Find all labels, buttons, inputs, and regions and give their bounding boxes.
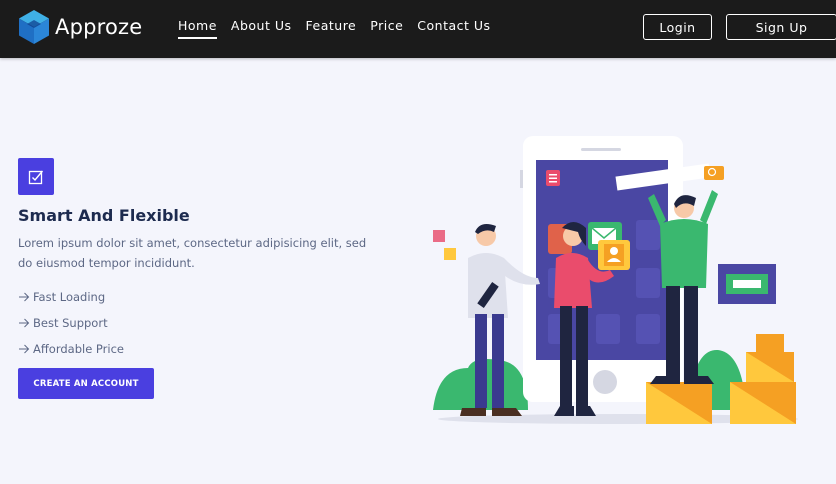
brand-logo[interactable]: Approze — [18, 9, 142, 45]
arrow-right-icon — [19, 344, 30, 354]
arrow-right-icon — [19, 292, 30, 302]
brand-name: Approze — [55, 15, 143, 39]
arrow-right-icon — [19, 318, 30, 328]
check-square-icon — [18, 158, 54, 195]
feature-point-label: Best Support — [33, 316, 108, 330]
nav-link-feature[interactable]: Feature — [306, 18, 357, 34]
create-account-button[interactable]: CREATE AN ACCOUNT — [18, 368, 154, 399]
hero-description: Lorem ipsum dolor sit amet, consectetur … — [18, 236, 367, 270]
hero-illustration — [433, 136, 798, 424]
feature-point: Best Support — [18, 310, 124, 336]
feature-point-label: Fast Loading — [33, 290, 106, 304]
nav-link-contact-us[interactable]: Contact Us — [417, 18, 490, 34]
nav-link-about-us[interactable]: About Us — [231, 18, 292, 34]
hero-title: Smart And Flexible — [18, 206, 190, 225]
sign-up-button[interactable]: Sign Up — [726, 14, 836, 40]
nav-link-price[interactable]: Price — [370, 18, 403, 34]
login-button[interactable]: Login — [643, 14, 712, 40]
feature-point: Affordable Price — [18, 336, 124, 362]
main-nav: Home About Us Feature Price Contact Us — [178, 18, 505, 39]
navbar: Approze Home About Us Feature Price Cont… — [0, 0, 836, 58]
feature-point-label: Affordable Price — [33, 342, 124, 356]
feature-point: Fast Loading — [18, 284, 124, 310]
cube-logo-icon — [19, 10, 49, 44]
nav-link-home[interactable]: Home — [178, 18, 217, 39]
feature-points-list: Fast Loading Best Support Affordable Pri… — [18, 284, 124, 362]
